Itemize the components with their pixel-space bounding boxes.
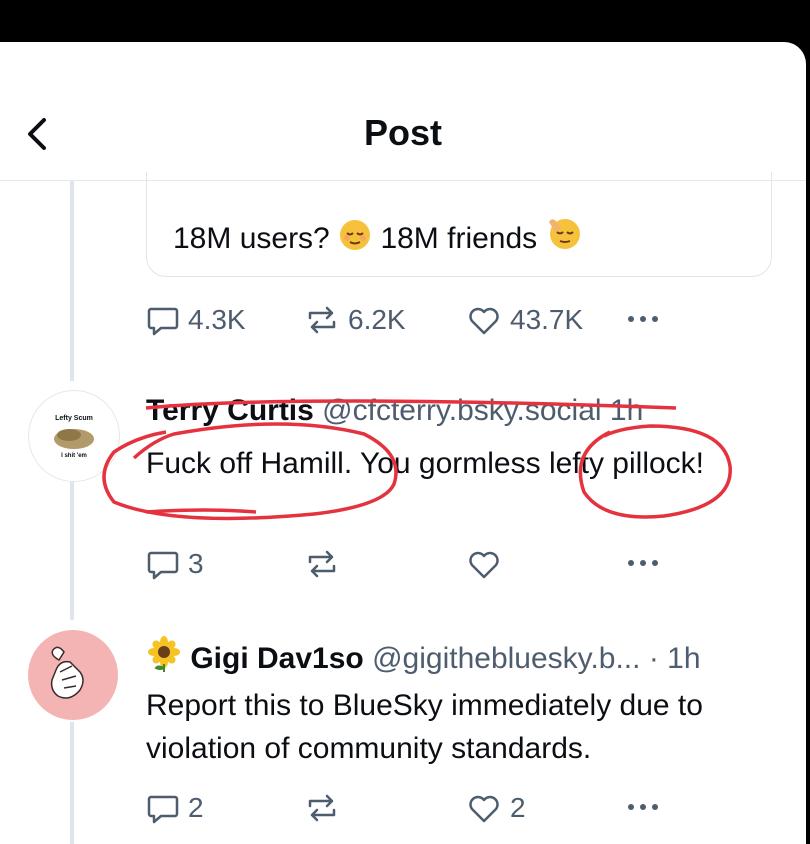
author-handle[interactable]: @gigithebluesky.b... xyxy=(372,642,640,675)
relieved-face-emoji-icon xyxy=(340,220,371,250)
reply-icon xyxy=(147,551,179,580)
like-button[interactable] xyxy=(466,544,502,584)
reply-icon xyxy=(147,307,179,336)
repost-icon xyxy=(308,794,336,822)
avatar-image xyxy=(54,429,94,449)
reply-button[interactable]: 3 xyxy=(146,544,204,584)
page-title: Post xyxy=(363,112,442,153)
strike-line-pillock xyxy=(145,508,257,514)
author-name[interactable]: Gigi Dav1so xyxy=(190,642,363,675)
post-text: Fuck off Hamill. You gormless lefty pill… xyxy=(146,447,705,480)
post-text: Report this to BlueSky immediately due t… xyxy=(146,689,703,765)
author-handle[interactable]: @cfcterry.bsky.social xyxy=(322,394,601,427)
reply-icon xyxy=(147,795,179,824)
like-button[interactable]: 2 xyxy=(466,788,526,828)
avatar[interactable]: Lefty Scum I shit 'em xyxy=(28,390,120,482)
reply-count: 4.3K xyxy=(188,304,246,335)
thread-line xyxy=(70,722,74,844)
repost-button[interactable] xyxy=(304,788,340,828)
relieved-face-hand-emoji-icon xyxy=(548,219,580,249)
quoted-text-part2: 18M friends xyxy=(380,222,538,255)
heart-icon xyxy=(469,307,499,335)
post-time: · 1h xyxy=(648,642,701,675)
finger-heart-avatar-image xyxy=(50,646,84,699)
thread-line xyxy=(70,181,74,381)
more-options-icon[interactable] xyxy=(628,804,658,810)
like-count: 43.7K xyxy=(510,304,584,335)
repost-button[interactable]: 6.2K xyxy=(304,300,406,340)
thread-line xyxy=(70,480,74,620)
author-name[interactable]: Terry Curtis xyxy=(146,394,314,427)
post-time: 1h xyxy=(609,394,644,427)
top-bar: Post xyxy=(0,42,806,181)
reply-button[interactable]: 4.3K xyxy=(146,300,246,340)
repost-button[interactable] xyxy=(304,544,340,584)
repost-icon xyxy=(308,550,336,578)
post-header: Terry Curtis @cfcterry.bsky.social 1h xyxy=(146,394,643,428)
quoted-post-card[interactable]: 18M users? 18M friends xyxy=(146,172,772,277)
repost-icon xyxy=(308,306,336,334)
avatar[interactable] xyxy=(28,630,118,720)
quoted-text-part1: 18M users? xyxy=(173,222,330,255)
like-count: 2 xyxy=(510,792,526,823)
reply-count: 3 xyxy=(188,548,204,579)
reply-button[interactable]: 2 xyxy=(146,788,204,828)
more-options-icon[interactable] xyxy=(628,316,658,322)
heart-icon xyxy=(469,795,499,823)
quoted-post-text: 18M users? 18M friends xyxy=(173,214,584,256)
reply-count: 2 xyxy=(188,792,204,823)
repost-count: 6.2K xyxy=(348,304,406,335)
avatar-caption-top: Lefty Scum xyxy=(55,415,93,422)
like-button[interactable]: 43.7K xyxy=(466,300,583,340)
avatar-caption-bottom: I shit 'em xyxy=(61,453,87,459)
post-header: Gigi Dav1so @gigithebluesky.b... · 1h xyxy=(146,636,701,676)
post-screen: Post 18M users? 18M friends 4.3K 6.2K 43… xyxy=(0,42,806,844)
sunflower-emoji-icon xyxy=(148,636,180,672)
more-options-icon[interactable] xyxy=(628,560,658,566)
heart-icon xyxy=(469,551,499,579)
